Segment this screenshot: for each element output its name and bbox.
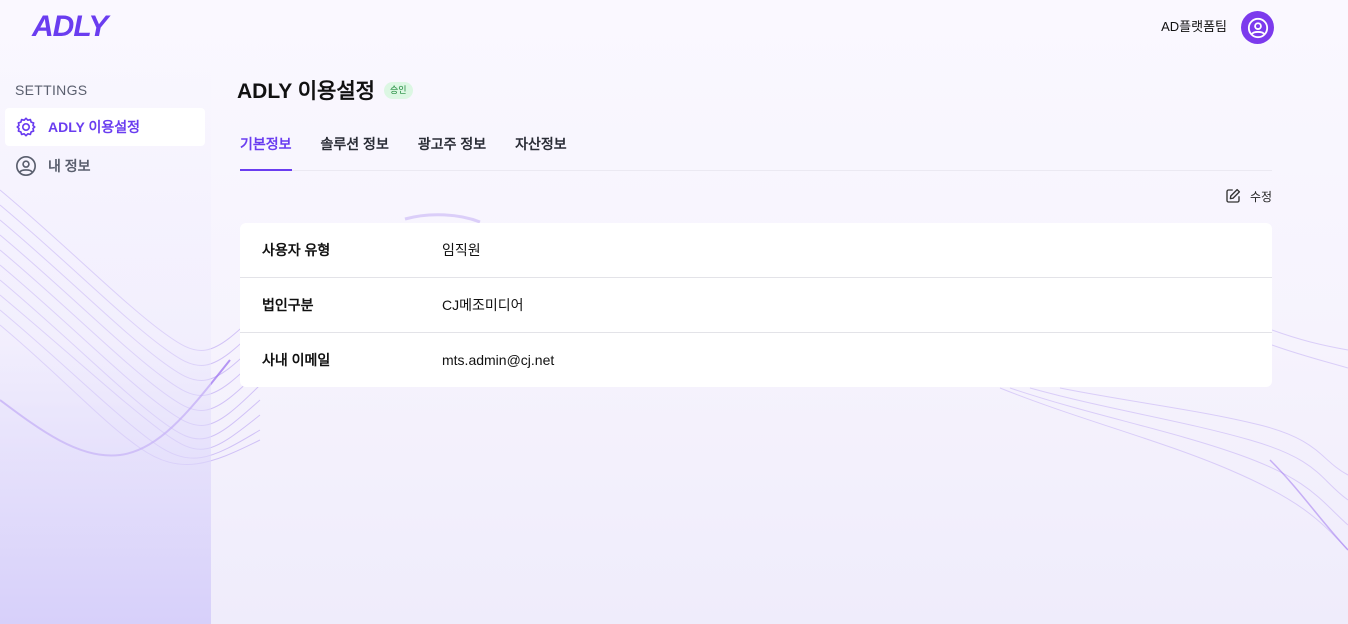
sidebar: SETTINGS ADLY 이용설정 내 정보 xyxy=(0,56,211,624)
info-row: 사내 이메일 mts.admin@cj.net xyxy=(240,333,1272,387)
edit-button[interactable]: 수정 xyxy=(1224,186,1272,206)
sidebar-heading: SETTINGS xyxy=(15,82,88,98)
top-bar: ADLY AD플랫폼팀 xyxy=(0,0,1348,56)
tab-bar: 기본정보 솔루션 정보 광고주 정보 자산정보 xyxy=(240,126,1272,171)
gear-icon xyxy=(15,116,37,138)
user-circle-icon xyxy=(15,155,37,177)
sidebar-item-adly-settings[interactable]: ADLY 이용설정 xyxy=(5,108,205,146)
info-label: 법인구분 xyxy=(262,297,314,313)
sidebar-item-label: ADLY 이용설정 xyxy=(48,119,140,135)
user-circle-icon xyxy=(1247,17,1268,38)
tab-basic-info[interactable]: 기본정보 xyxy=(240,126,292,171)
sidebar-item-label: 내 정보 xyxy=(48,158,91,174)
page-title: ADLY 이용설정 xyxy=(237,80,375,103)
info-label: 사내 이메일 xyxy=(262,352,331,368)
tab-advertiser-info[interactable]: 광고주 정보 xyxy=(418,126,486,170)
info-row: 사용자 유형 임직원 xyxy=(240,223,1272,278)
info-row: 법인구분 CJ메조미디어 xyxy=(240,278,1272,333)
info-value: CJ메조미디어 xyxy=(442,297,524,313)
info-card: 사용자 유형 임직원 법인구분 CJ메조미디어 사내 이메일 mts.admin… xyxy=(240,223,1272,387)
status-badge: 승인 xyxy=(383,81,413,99)
sidebar-item-my-info[interactable]: 내 정보 xyxy=(5,147,205,185)
user-name[interactable]: AD플랫폼팀 xyxy=(1161,19,1227,35)
tab-solution-info[interactable]: 솔루션 정보 xyxy=(321,126,389,170)
avatar[interactable] xyxy=(1241,11,1274,44)
info-value: mts.admin@cj.net xyxy=(442,352,555,368)
tab-asset-info[interactable]: 자산정보 xyxy=(515,126,567,170)
edit-label: 수정 xyxy=(1250,189,1273,204)
page-title-row: ADLY 이용설정 승인 xyxy=(237,76,413,104)
info-label: 사용자 유형 xyxy=(262,242,331,258)
info-value: 임직원 xyxy=(442,242,481,258)
edit-icon xyxy=(1226,188,1241,203)
adly-logo[interactable]: ADLY xyxy=(32,9,108,45)
